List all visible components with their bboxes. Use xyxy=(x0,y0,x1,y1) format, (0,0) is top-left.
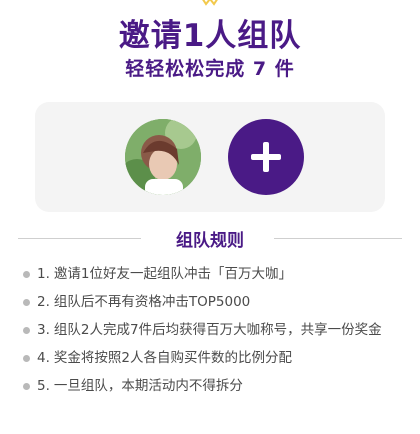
rule-item: 1. 邀请1位好友一起组队冲击「百万大咖」 xyxy=(23,264,407,284)
rule-text: 组队2人完成7件后均获得百万大咖称号，共享一份奖金 xyxy=(53,322,382,338)
rule-number: 4. xyxy=(37,350,50,366)
bullet-icon xyxy=(23,271,30,278)
add-teammate-button[interactable] xyxy=(228,119,304,195)
divider-right xyxy=(274,238,402,239)
bullet-icon xyxy=(23,327,30,334)
rules-header: 组队规则 xyxy=(0,226,420,252)
rule-item: 2. 组队后不再有资格冲击TOP5000 xyxy=(23,292,407,312)
rule-item: 3. 组队2人完成7件后均获得百万大咖称号，共享一份奖金 xyxy=(23,320,407,340)
rule-number: 3. xyxy=(37,322,50,338)
rule-text: 奖金将按照2人各自购买件数的比例分配 xyxy=(53,350,292,366)
rules-list: 1. 邀请1位好友一起组队冲击「百万大咖」 2. 组队后不再有资格冲击TOP5000… xyxy=(23,264,407,404)
avatar xyxy=(125,119,201,195)
plus-icon xyxy=(251,142,281,172)
rule-number: 1. xyxy=(37,266,50,282)
rule-text: 邀请1位好友一起组队冲击「百万大咖」 xyxy=(53,266,292,282)
page-title: 邀请1人组队 xyxy=(118,18,302,54)
avatar-image xyxy=(125,119,201,195)
page-subtitle: 轻轻松松完成 7 件 xyxy=(125,58,295,80)
rule-item: 4. 奖金将按照2人各自购买件数的比例分配 xyxy=(23,348,407,368)
bullet-icon xyxy=(23,383,30,390)
crown-decoration-icon xyxy=(202,0,218,6)
rule-item: 5. 一旦组队，本期活动内不得拆分 xyxy=(23,376,407,396)
bullet-icon xyxy=(23,299,30,306)
rule-text: 组队后不再有资格冲击TOP5000 xyxy=(53,294,251,310)
team-card xyxy=(35,102,385,212)
rule-number: 2. xyxy=(37,294,50,310)
rule-text: 一旦组队，本期活动内不得拆分 xyxy=(53,378,243,394)
bullet-icon xyxy=(23,355,30,362)
rule-number: 5. xyxy=(37,378,50,394)
